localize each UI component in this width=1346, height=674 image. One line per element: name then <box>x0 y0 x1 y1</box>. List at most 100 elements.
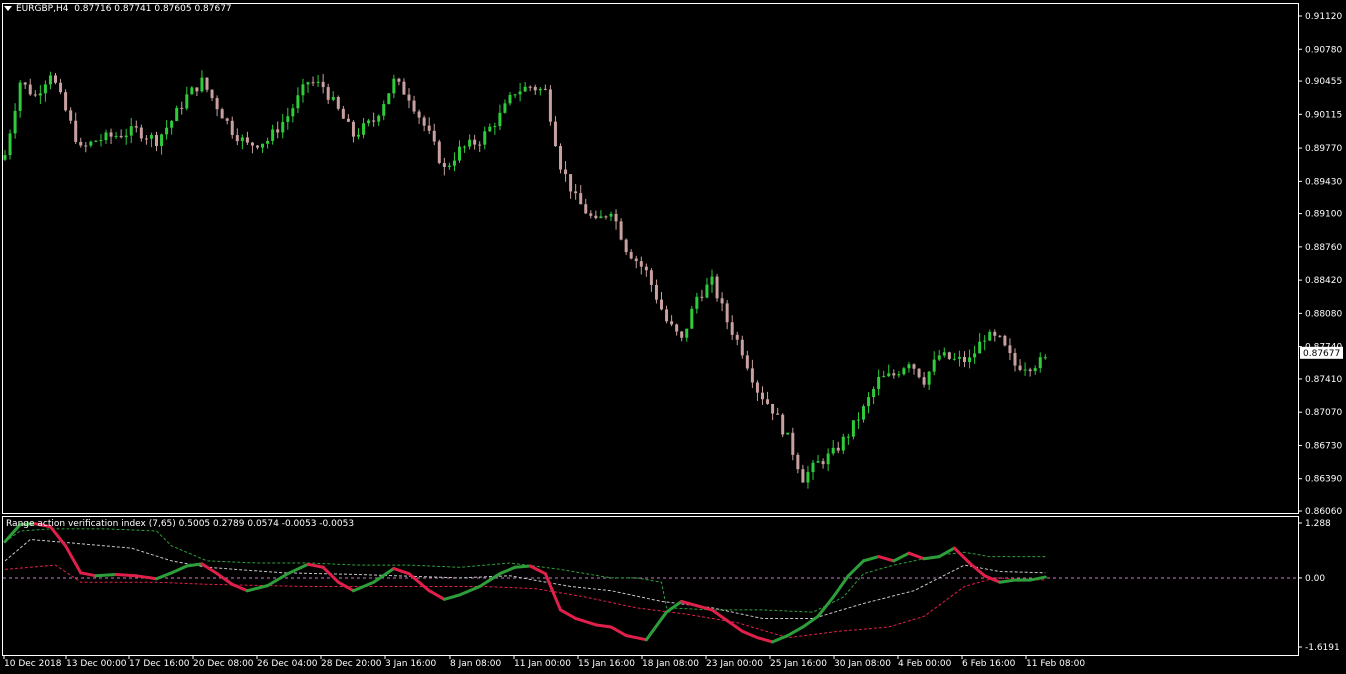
candle-body <box>634 258 638 262</box>
candle-body <box>776 413 780 415</box>
candle-body <box>104 132 108 141</box>
indicator-main-segment <box>321 565 340 584</box>
indicator-main-segment <box>609 625 628 638</box>
indicator-main-segment <box>998 578 1017 584</box>
indicator-tick-label: -1.6191 <box>1305 643 1340 653</box>
candle-body <box>897 374 901 376</box>
candle-body <box>993 331 997 336</box>
candle-body <box>220 109 224 119</box>
candle-body <box>589 213 593 216</box>
candle-body <box>503 103 507 113</box>
candle-body <box>392 78 396 94</box>
candle-body <box>230 120 234 136</box>
candle-body <box>528 86 532 88</box>
time-tick-label: 23 Jan 00:00 <box>706 659 763 669</box>
indicator-main-segment <box>624 634 648 642</box>
candle-body <box>271 129 275 141</box>
candle-body <box>240 137 244 142</box>
candle-body <box>508 94 512 104</box>
candle-body <box>559 146 562 170</box>
candle-body <box>988 331 992 341</box>
candle-body <box>493 126 497 128</box>
candle-body <box>1013 353 1017 366</box>
candle-body <box>13 110 17 134</box>
price-tick-label: 0.90115 <box>1305 110 1342 120</box>
candle-body <box>1038 357 1042 369</box>
candle-body <box>781 414 785 435</box>
price-tick-label: 0.88420 <box>1305 276 1342 286</box>
candle-body <box>932 359 936 372</box>
indicator-main-segment <box>644 610 669 642</box>
candle-body <box>427 125 431 131</box>
candle-body <box>119 135 123 138</box>
candle-body <box>665 309 669 322</box>
candle-body <box>134 126 138 128</box>
candle-body <box>700 296 704 298</box>
candle-body <box>826 453 830 465</box>
candle-body <box>685 328 689 338</box>
chart-canvas: 0.91120 0.90780 0.90455 0.90115 0.89770 0.894… <box>2 3 1343 669</box>
candle-body <box>447 165 451 167</box>
candle-body <box>584 204 588 214</box>
candle-body <box>351 121 355 137</box>
candle-body <box>973 353 977 358</box>
candle-body <box>533 86 537 91</box>
candle-body <box>8 133 12 156</box>
candle-body <box>210 89 214 98</box>
candle-body <box>488 126 492 132</box>
candle-body <box>250 142 254 146</box>
candle-body <box>28 84 32 95</box>
candle-body <box>437 141 441 164</box>
candle-body <box>998 335 1002 337</box>
candle-body <box>947 352 951 359</box>
candle-body <box>553 121 557 147</box>
price-tick-label: 0.86730 <box>1305 441 1342 451</box>
indicator-main-segment <box>877 555 896 563</box>
time-tick-label: 20 Dec 08:00 <box>193 659 254 669</box>
time-tick-label: 30 Jan 08:00 <box>834 659 891 669</box>
candle-body <box>286 116 290 122</box>
time-tick-label: 4 Feb 00:00 <box>898 659 952 669</box>
indicator-main-segment <box>286 562 310 576</box>
candle-body <box>740 339 744 356</box>
time-tick-label: 28 Dec 20:00 <box>321 659 382 669</box>
indicator-main-segment <box>185 562 204 568</box>
candle-body <box>877 376 881 389</box>
indicator-main-segment <box>983 574 1002 584</box>
candle-body <box>276 129 280 133</box>
candle-body <box>968 357 972 363</box>
candle-body <box>513 94 517 96</box>
candle-body <box>43 84 47 94</box>
candle-body <box>256 145 259 148</box>
dropdown-triangle-icon[interactable] <box>4 6 12 11</box>
candle-body <box>538 88 542 91</box>
indicator-main-segment <box>64 544 83 575</box>
candle-body <box>69 110 73 121</box>
price-tick-label: 0.90780 <box>1305 45 1342 55</box>
candle-body <box>1028 369 1032 372</box>
candle-body <box>165 127 169 135</box>
candle-body <box>311 82 315 84</box>
indicator-main-segment <box>907 551 926 561</box>
candle-body <box>3 155 7 160</box>
candle-body <box>882 376 886 378</box>
candle-body <box>543 88 547 90</box>
price-tick-label: 0.90455 <box>1305 77 1342 87</box>
candle-body <box>1003 335 1007 346</box>
price-tick-label: 0.88760 <box>1305 243 1342 253</box>
time-tick-label: 8 Jan 08:00 <box>450 659 502 669</box>
candle-body <box>205 77 209 90</box>
indicator-main-segment <box>594 623 613 629</box>
candle-body <box>235 135 239 142</box>
indicator-main-segment <box>786 625 805 638</box>
candle-body <box>730 322 734 335</box>
candle-body <box>907 364 911 369</box>
candle-body <box>175 107 179 122</box>
candle-body <box>518 91 522 95</box>
candle-body <box>200 77 204 92</box>
indicator-main-segment <box>392 567 411 576</box>
candle-body <box>407 94 411 101</box>
candle-body <box>1023 369 1027 371</box>
time-tick-label: 10 Dec 2018 <box>4 659 62 669</box>
candle-body <box>432 130 436 142</box>
